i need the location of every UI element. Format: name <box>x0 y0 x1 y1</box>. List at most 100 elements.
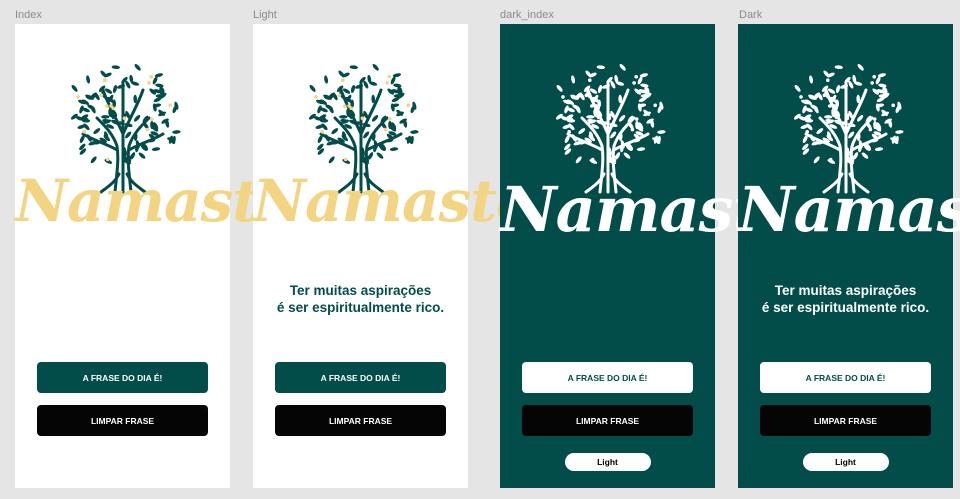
tree-fruit <box>828 157 832 162</box>
tree-leaf <box>376 152 383 159</box>
tree-fruit <box>386 75 391 79</box>
tree-fruit <box>630 127 634 132</box>
tree-leaf <box>562 99 571 105</box>
tree-leaf <box>409 130 419 134</box>
tree-fruit <box>342 104 347 108</box>
quote-text: Ter muitas aspirações é ser espiritualme… <box>253 282 468 316</box>
tree-fruit <box>652 103 657 108</box>
tree-leaf <box>151 147 160 151</box>
logo-text: Namaste <box>500 173 800 246</box>
tree-leaf <box>585 115 594 119</box>
tree-fruit <box>75 95 80 99</box>
clear-phrase-button[interactable]: LIMPAR FRASE <box>760 405 931 436</box>
tree-fruit <box>871 75 876 79</box>
tree-leaf <box>835 84 840 93</box>
tree-leaf <box>556 84 563 92</box>
tree-leaf <box>171 130 181 134</box>
phrase-of-day-button[interactable]: A FRASE DO DIA É! <box>275 362 446 393</box>
tree-leaf <box>823 115 832 119</box>
frame-label-dark-index: dark_index <box>500 9 554 21</box>
quote-line-2: é ser espiritualmente rico. <box>276 300 445 315</box>
clear-phrase-button[interactable]: LIMPAR FRASE <box>37 405 208 436</box>
tree-fruit <box>845 116 849 120</box>
tree-fruit <box>145 127 149 132</box>
tree-leaf <box>857 63 864 71</box>
tree-fruit <box>798 95 803 99</box>
tree-leaf <box>323 75 328 84</box>
tree-fruit <box>890 103 895 108</box>
quote-text: Ter muitas aspirações é ser espiritualme… <box>738 282 953 316</box>
tree-leaf <box>656 130 666 134</box>
phrase-of-day-button[interactable]: A FRASE DO DIA É! <box>37 362 208 393</box>
tree-fruit <box>631 81 636 85</box>
tree-leaf <box>372 63 379 71</box>
tree-leaf <box>894 130 904 134</box>
frame-label-dark: Dark <box>739 9 763 21</box>
tree-leaf <box>834 65 843 70</box>
tree-fruit <box>827 104 832 108</box>
tree-leaf <box>315 99 324 105</box>
tree-leaf <box>350 84 355 93</box>
tree-leaf <box>71 84 78 92</box>
tree-fruit <box>633 75 638 79</box>
quote-line-1: Ter muitas aspirações <box>774 283 917 298</box>
tree-leaf <box>636 147 645 151</box>
frame-light: Namaste Ter muitas aspirações é ser espi… <box>253 24 533 488</box>
tree-leaf <box>570 75 575 84</box>
tree-leaf <box>138 152 145 159</box>
tree-leaf <box>90 156 97 164</box>
frame-label-index: Index <box>15 9 42 21</box>
tree-leaf <box>794 84 801 92</box>
tree-leaf <box>861 152 868 159</box>
logo-text: Namaste <box>738 173 960 246</box>
tree-fruit <box>148 75 153 79</box>
tree-fruit <box>804 130 809 134</box>
tree-fruit <box>566 130 571 134</box>
tree-fruit <box>167 103 172 108</box>
logo-text: Namaste <box>15 167 295 235</box>
clear-phrase-button[interactable]: LIMPAR FRASE <box>275 405 446 436</box>
tree-leaf <box>100 115 109 119</box>
quote-line-2: é ser espiritualmente rico. <box>761 300 930 315</box>
tree-leaf <box>800 99 809 105</box>
frame-index: Namaste A FRASE DO DIA É! LIMPAR FRASE <box>15 24 295 488</box>
tree-fruit <box>343 157 347 162</box>
tree-fruit <box>405 103 410 108</box>
tree-fruit <box>81 130 86 134</box>
tree-fruit <box>110 106 115 110</box>
tree-fruit <box>833 106 838 110</box>
theme-toggle-button[interactable]: Light <box>802 453 889 471</box>
tree-leaf <box>371 114 378 122</box>
clear-phrase-button[interactable]: LIMPAR FRASE <box>522 405 693 436</box>
tree-leaf <box>577 128 585 135</box>
tree-leaf <box>349 65 358 70</box>
tree-leaf <box>338 115 347 119</box>
theme-toggle-button[interactable]: Light <box>564 453 651 471</box>
tree-fruit <box>868 127 872 132</box>
tree-leaf <box>389 147 398 151</box>
tree-leaf <box>133 114 140 122</box>
tree-fruit <box>149 117 153 121</box>
tree-fruit <box>387 117 391 121</box>
frame-dark-index: Namaste A FRASE DO DIA É! LIMPAR FRASE L… <box>500 24 800 488</box>
tree-fruit <box>634 117 638 121</box>
tree-leaf <box>856 114 863 122</box>
tree-leaf <box>855 94 860 104</box>
tree-leaf <box>619 63 626 71</box>
tree-leaf <box>597 84 602 93</box>
tree-leaf <box>623 152 630 159</box>
tree-fruit <box>872 117 876 121</box>
tree-leaf <box>111 65 120 70</box>
phrase-of-day-button[interactable]: A FRASE DO DIA É! <box>760 362 931 393</box>
tree-leaf <box>808 75 813 84</box>
phrase-of-day-button[interactable]: A FRASE DO DIA É! <box>522 362 693 393</box>
frame-label-light: Light <box>253 9 277 21</box>
tree-fruit <box>607 116 611 120</box>
tree-leaf <box>575 156 582 164</box>
tree-leaf <box>77 99 86 105</box>
tree-leaf <box>617 94 622 104</box>
tree-fruit <box>105 157 109 162</box>
tree-leaf <box>813 156 820 164</box>
tree-leaf <box>154 83 164 88</box>
tree-fruit <box>822 93 826 97</box>
